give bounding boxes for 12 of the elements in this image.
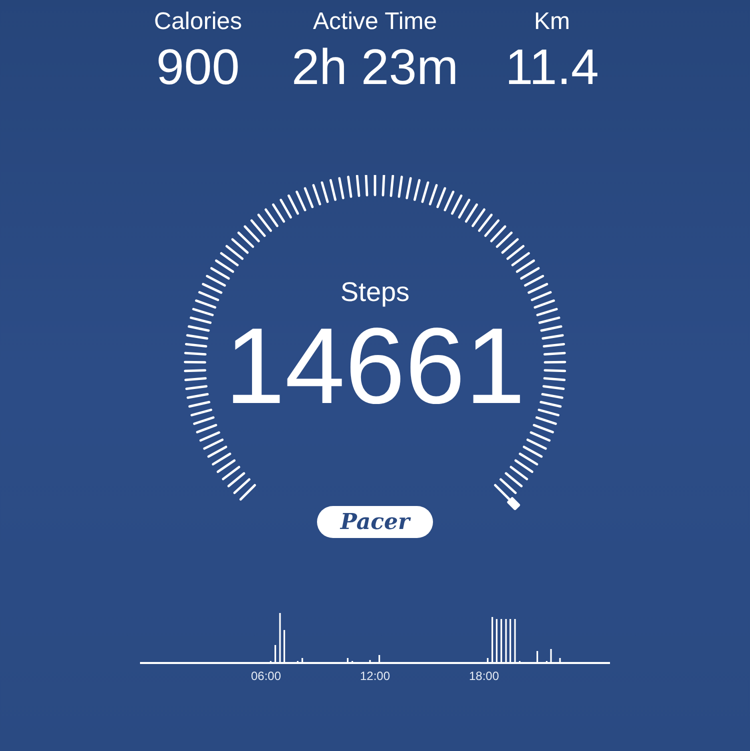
stat-label: Active Time	[312, 7, 438, 37]
steps-label: Steps	[340, 276, 410, 309]
stat-value: 2h 23m	[292, 38, 458, 96]
pacer-logo-badge: Pacer	[317, 506, 433, 538]
stat-label: Calories	[154, 7, 242, 37]
stat-value: 11.4	[505, 38, 599, 96]
time-axis-label: 18:00	[468, 668, 500, 685]
time-axis-label: 12:00	[358, 668, 392, 685]
stat-value: 900	[156, 38, 240, 96]
steps-count: 14661	[224, 311, 526, 421]
stat-label: Km	[534, 7, 570, 37]
time-axis-label: 06:00	[250, 668, 282, 685]
